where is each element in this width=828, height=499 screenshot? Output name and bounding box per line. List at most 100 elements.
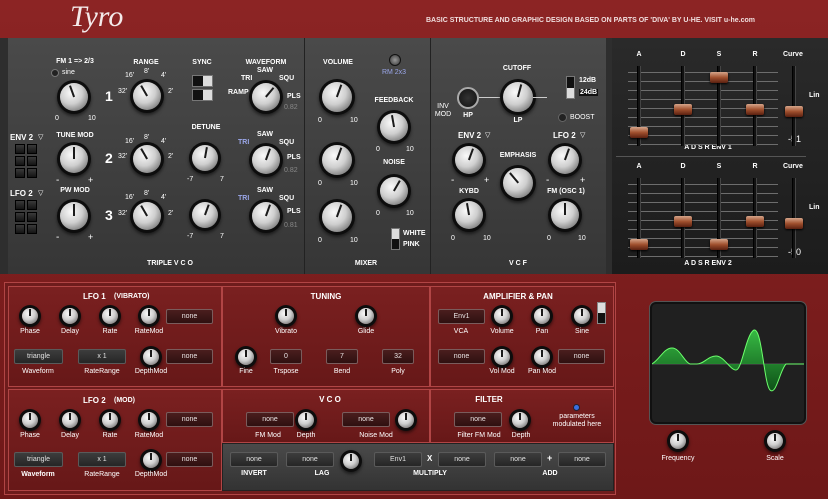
vcf-fm-knob[interactable] [551, 201, 579, 229]
lag-source[interactable]: none [286, 452, 334, 467]
pan-knob[interactable] [534, 308, 550, 324]
env2-s-slider-cap[interactable] [710, 238, 728, 250]
lfo1-phase-knob[interactable] [22, 308, 38, 324]
lfo2-target-switch-3[interactable] [15, 212, 25, 222]
env2-r-slider-cap[interactable] [746, 215, 764, 227]
multiply-source-b[interactable]: none [438, 452, 486, 467]
lfo2-ratemod-knob[interactable] [141, 412, 157, 428]
lfo2-delay-knob[interactable] [62, 412, 78, 428]
noise-color-switch[interactable] [391, 228, 400, 250]
env2-target-switch-2[interactable] [27, 144, 37, 154]
env2-target-switch-5[interactable] [15, 168, 25, 178]
env1-d-slider-cap[interactable] [674, 103, 692, 115]
amp-volume-knob[interactable] [494, 308, 510, 324]
osc2-detune-knob[interactable] [192, 145, 218, 171]
env2-a-slider-cap[interactable] [630, 238, 648, 250]
bend-field[interactable]: 7 [326, 349, 358, 364]
filter-fm-mod-source[interactable]: none [454, 412, 502, 427]
vco-noise-mod-knob[interactable] [398, 412, 414, 428]
lfo2-depthmod-source[interactable]: none [166, 452, 213, 467]
vcf-lfo2-dropdown-icon[interactable]: ▽ [580, 131, 585, 139]
lfo1-waveform-select[interactable]: triangle [14, 349, 63, 364]
lfo2-target-switch-6[interactable] [27, 224, 37, 234]
osc3-waveform-knob[interactable] [252, 202, 280, 230]
panmod-knob[interactable] [534, 349, 550, 365]
kybd-knob[interactable] [455, 201, 483, 229]
osc2-volume-knob[interactable] [322, 145, 352, 175]
osc1-volume-knob[interactable] [322, 82, 352, 112]
fm-knob[interactable] [60, 83, 88, 111]
lfo2-raterange-select[interactable]: x 1 [78, 452, 126, 467]
lfo2-waveform-select[interactable]: triangle [14, 452, 63, 467]
amp-switch[interactable] [597, 302, 606, 324]
transpose-field[interactable]: 0 [270, 349, 302, 364]
feedback-knob[interactable] [380, 113, 408, 141]
osc1-waveform-knob[interactable] [252, 83, 280, 111]
poly-field[interactable]: 32 [382, 349, 414, 364]
env2-d-slider-cap[interactable] [674, 215, 692, 227]
volmod-knob[interactable] [494, 349, 510, 365]
add-source-b[interactable]: none [558, 452, 606, 467]
cutoff-knob[interactable] [503, 82, 533, 112]
lfo1-rate-knob[interactable] [102, 308, 118, 324]
fine-knob[interactable] [238, 349, 254, 365]
vcf-env2-knob[interactable] [455, 146, 483, 174]
add-source-a[interactable]: none [494, 452, 542, 467]
lfo1-ratemod-knob[interactable] [141, 308, 157, 324]
env2-target-switch-3[interactable] [15, 156, 25, 166]
vca-source-select[interactable]: Env1 [438, 309, 485, 324]
invert-source[interactable]: none [230, 452, 278, 467]
vco-noise-mod-source[interactable]: none [342, 412, 390, 427]
lfo1-ratemod-source[interactable]: none [166, 309, 213, 324]
lfo2-depthmod-knob[interactable] [143, 452, 159, 468]
env2-curve-slider-cap[interactable] [785, 218, 803, 229]
boost-led[interactable] [558, 113, 567, 122]
env2-target-switch-1[interactable] [15, 144, 25, 154]
lfo2-target-switch-5[interactable] [15, 224, 25, 234]
scope-scale-knob[interactable] [767, 433, 783, 449]
vco-fm-mod-source[interactable]: none [246, 412, 294, 427]
env1-r-slider-cap[interactable] [746, 103, 764, 115]
osc3-range-knob[interactable] [133, 202, 161, 230]
hp-knob[interactable] [457, 87, 479, 109]
vco-fm-depth-knob[interactable] [298, 412, 314, 428]
sine-knob[interactable] [574, 308, 590, 324]
lfo2-ratemod-source[interactable]: none [166, 412, 213, 427]
lfo2-target-switch-2[interactable] [27, 200, 37, 210]
pw-mod-knob[interactable] [60, 202, 88, 230]
vcf-lfo2-knob[interactable] [551, 146, 579, 174]
env2-dropdown-icon[interactable]: ▽ [38, 133, 43, 141]
env1-s-slider-cap[interactable] [710, 71, 728, 83]
osc1-range-knob[interactable] [133, 82, 161, 110]
lfo1-raterange-select[interactable]: x 1 [78, 349, 126, 364]
lag-knob[interactable] [343, 453, 359, 469]
vcf-env2-dropdown-icon[interactable]: ▽ [485, 131, 490, 139]
env1-curve-slider-cap[interactable] [785, 106, 803, 117]
lfo2-rate-knob[interactable] [102, 412, 118, 428]
panmod-source[interactable]: none [558, 349, 605, 364]
lfo1-depthmod-source[interactable]: none [166, 349, 213, 364]
env1-a-slider-cap[interactable] [630, 126, 648, 138]
glide-knob[interactable] [358, 308, 374, 324]
osc3-volume-knob[interactable] [322, 202, 352, 232]
volmod-source[interactable]: none [438, 349, 485, 364]
sync-switch-1[interactable] [192, 75, 213, 87]
lfo2-target-switch-4[interactable] [27, 212, 37, 222]
filter-slope-switch[interactable] [566, 76, 575, 99]
emphasis-knob[interactable] [503, 168, 533, 198]
vibrato-knob[interactable] [278, 308, 294, 324]
env2-target-switch-4[interactable] [27, 156, 37, 166]
noise-knob[interactable] [380, 177, 408, 205]
lfo2-phase-knob[interactable] [22, 412, 38, 428]
osc2-range-knob[interactable] [133, 145, 161, 173]
osc2-waveform-knob[interactable] [252, 146, 280, 174]
ring-mod-knob[interactable] [389, 54, 401, 66]
lfo2-target-switch-1[interactable] [15, 200, 25, 210]
tune-mod-knob[interactable] [60, 145, 88, 173]
multiply-source-a[interactable]: Env1 [374, 452, 422, 467]
lfo1-depthmod-knob[interactable] [143, 349, 159, 365]
filter-fm-depth-knob[interactable] [512, 412, 528, 428]
sine-toggle[interactable] [51, 69, 59, 77]
lfo1-delay-knob[interactable] [62, 308, 78, 324]
scope-frequency-knob[interactable] [670, 433, 686, 449]
